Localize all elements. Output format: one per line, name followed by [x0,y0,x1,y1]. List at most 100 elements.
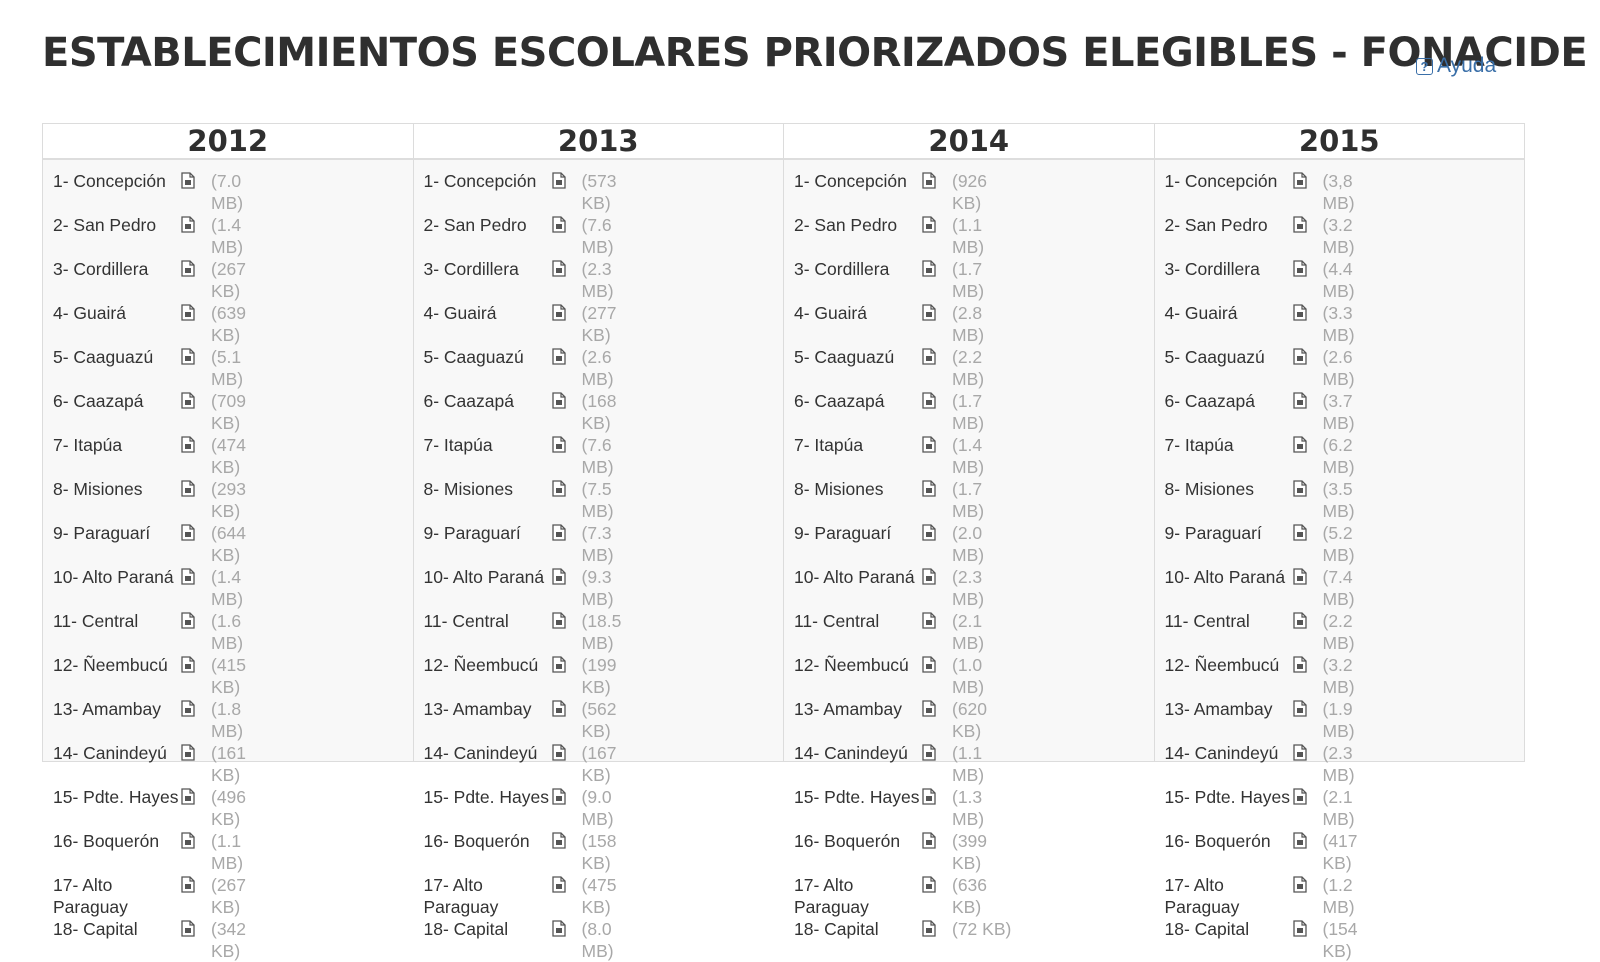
document-icon[interactable] [922,522,952,541]
department-link[interactable]: 16- Boquerón [53,830,181,852]
department-link[interactable]: 7- Itapúa [794,434,922,456]
department-link[interactable]: 2- San Pedro [424,214,552,236]
department-link[interactable]: 6- Caazapá [53,390,181,412]
document-icon[interactable] [922,874,952,893]
department-link[interactable]: 7- Itapúa [424,434,552,456]
document-icon[interactable] [181,566,211,585]
document-icon[interactable] [551,346,582,365]
document-icon[interactable] [1292,170,1323,189]
department-link[interactable]: 17- Alto Paraguay [1165,874,1293,918]
document-icon[interactable] [922,918,952,937]
department-link[interactable]: 10- Alto Paraná [424,566,552,588]
document-icon[interactable] [551,566,582,585]
department-link[interactable]: 15- Pdte. Hayes [794,786,922,808]
document-icon[interactable] [551,786,582,805]
department-link[interactable]: 10- Alto Paraná [1165,566,1293,588]
department-link[interactable]: 9- Paraguarí [53,522,181,544]
document-icon[interactable] [1292,610,1323,629]
department-link[interactable]: 16- Boquerón [1165,830,1293,852]
document-icon[interactable] [551,302,582,321]
document-icon[interactable] [181,170,211,189]
department-link[interactable]: 8- Misiones [1165,478,1293,500]
document-icon[interactable] [1292,918,1323,937]
department-link[interactable]: 6- Caazapá [424,390,552,412]
department-link[interactable]: 18- Capital [794,918,922,940]
department-link[interactable]: 5- Caaguazú [424,346,552,368]
department-link[interactable]: 1- Concepción [424,170,552,192]
document-icon[interactable] [1292,346,1323,365]
document-icon[interactable] [181,786,211,805]
department-link[interactable]: 11- Central [53,610,181,632]
department-link[interactable]: 9- Paraguarí [424,522,552,544]
document-icon[interactable] [1292,478,1323,497]
document-icon[interactable] [1292,258,1323,277]
document-icon[interactable] [1292,522,1323,541]
document-icon[interactable] [922,170,952,189]
department-link[interactable]: 15- Pdte. Hayes [1165,786,1293,808]
department-link[interactable]: 8- Misiones [53,478,181,500]
department-link[interactable]: 18- Capital [53,918,181,940]
document-icon[interactable] [1292,654,1323,673]
document-icon[interactable] [551,390,582,409]
document-icon[interactable] [181,214,211,233]
document-icon[interactable] [551,610,582,629]
department-link[interactable]: 3- Cordillera [1165,258,1293,280]
department-link[interactable]: 11- Central [1165,610,1293,632]
document-icon[interactable] [1292,390,1323,409]
department-link[interactable]: 13- Amambay [424,698,552,720]
document-icon[interactable] [922,610,952,629]
department-link[interactable]: 6- Caazapá [794,390,922,412]
document-icon[interactable] [181,610,211,629]
department-link[interactable]: 1- Concepción [53,170,181,192]
document-icon[interactable] [1292,786,1323,805]
document-icon[interactable] [922,258,952,277]
document-icon[interactable] [181,874,211,893]
department-link[interactable]: 11- Central [794,610,922,632]
department-link[interactable]: 3- Cordillera [424,258,552,280]
department-link[interactable]: 14- Canindeyú [424,742,552,764]
document-icon[interactable] [551,170,582,189]
document-icon[interactable] [181,742,211,761]
department-link[interactable]: 7- Itapúa [53,434,181,456]
department-link[interactable]: 2- San Pedro [794,214,922,236]
department-link[interactable]: 14- Canindeyú [53,742,181,764]
department-link[interactable]: 8- Misiones [794,478,922,500]
department-link[interactable]: 15- Pdte. Hayes [53,786,181,808]
department-link[interactable]: 1- Concepción [1165,170,1293,192]
document-icon[interactable] [181,346,211,365]
document-icon[interactable] [922,214,952,233]
document-icon[interactable] [551,830,582,849]
department-link[interactable]: 2- San Pedro [53,214,181,236]
department-link[interactable]: 6- Caazapá [1165,390,1293,412]
department-link[interactable]: 16- Boquerón [794,830,922,852]
department-link[interactable]: 16- Boquerón [424,830,552,852]
department-link[interactable]: 4- Guairá [1165,302,1293,324]
document-icon[interactable] [181,918,211,937]
department-link[interactable]: 8- Misiones [424,478,552,500]
document-icon[interactable] [1292,742,1323,761]
document-icon[interactable] [922,654,952,673]
document-icon[interactable] [1292,830,1323,849]
document-icon[interactable] [551,434,582,453]
document-icon[interactable] [1292,566,1323,585]
department-link[interactable]: 5- Caaguazú [1165,346,1293,368]
document-icon[interactable] [922,566,952,585]
department-link[interactable]: 17- Alto Paraguay [794,874,922,918]
document-icon[interactable] [551,918,582,937]
department-link[interactable]: 11- Central [424,610,552,632]
document-icon[interactable] [922,742,952,761]
document-icon[interactable] [1292,874,1323,893]
document-icon[interactable] [922,830,952,849]
document-icon[interactable] [181,478,211,497]
document-icon[interactable] [551,478,582,497]
document-icon[interactable] [1292,302,1323,321]
department-link[interactable]: 4- Guairá [794,302,922,324]
department-link[interactable]: 9- Paraguarí [1165,522,1293,544]
department-link[interactable]: 13- Amambay [1165,698,1293,720]
document-icon[interactable] [922,698,952,717]
document-icon[interactable] [922,434,952,453]
department-link[interactable]: 2- San Pedro [1165,214,1293,236]
department-link[interactable]: 10- Alto Paraná [53,566,181,588]
department-link[interactable]: 13- Amambay [794,698,922,720]
document-icon[interactable] [181,434,211,453]
